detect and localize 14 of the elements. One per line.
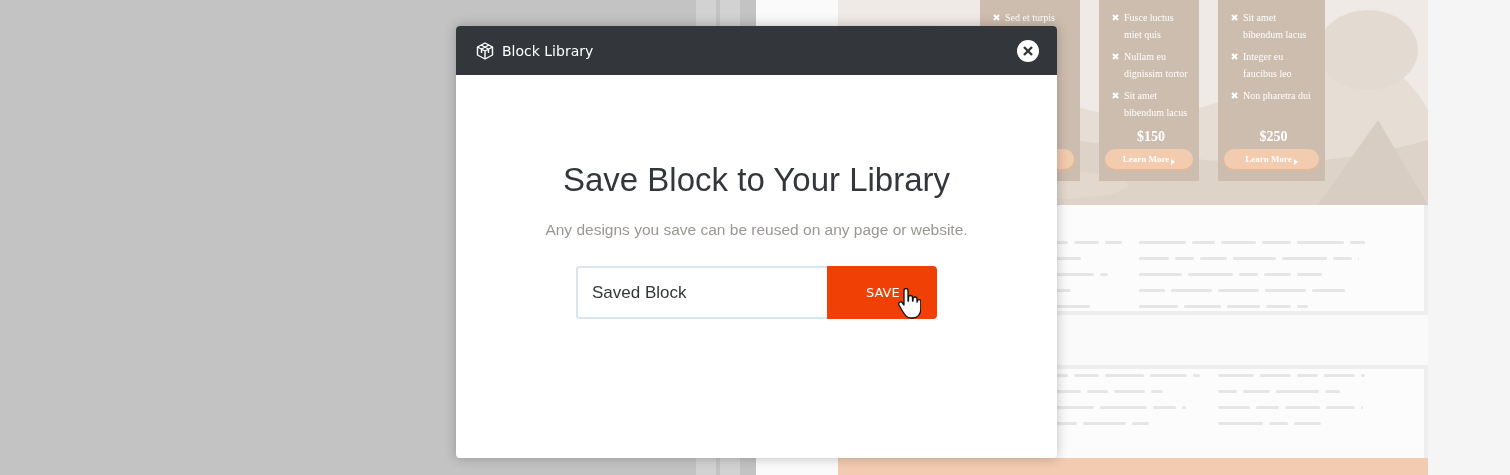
- price-text: $250: [1259, 129, 1288, 145]
- modal-heading: Save Block to Your Library: [562, 161, 951, 199]
- feature-text: Sed et turpis: [1005, 11, 1055, 25]
- feature-text: Nullam eu dignissim tortor: [1124, 50, 1189, 81]
- feature-text: Sit amet bibendum lacus: [1124, 89, 1189, 120]
- modal-title: Block Library: [502, 42, 595, 59]
- feature-text: Fusce luctus miet quis: [1124, 11, 1175, 42]
- price-text: $150: [1137, 129, 1165, 145]
- feature-text: Integer eu faucibus leo: [1243, 50, 1293, 81]
- feature-text: Non pharetra dui: [1243, 89, 1311, 103]
- block-name-field[interactable]: Saved Block: [576, 266, 827, 319]
- feature-text: Sit amet bibendum lacus: [1243, 11, 1308, 42]
- modal-subtitle: Any designs you save can be reused on any page or website.: [545, 221, 968, 239]
- save-button[interactable]: SAVE: [827, 266, 937, 319]
